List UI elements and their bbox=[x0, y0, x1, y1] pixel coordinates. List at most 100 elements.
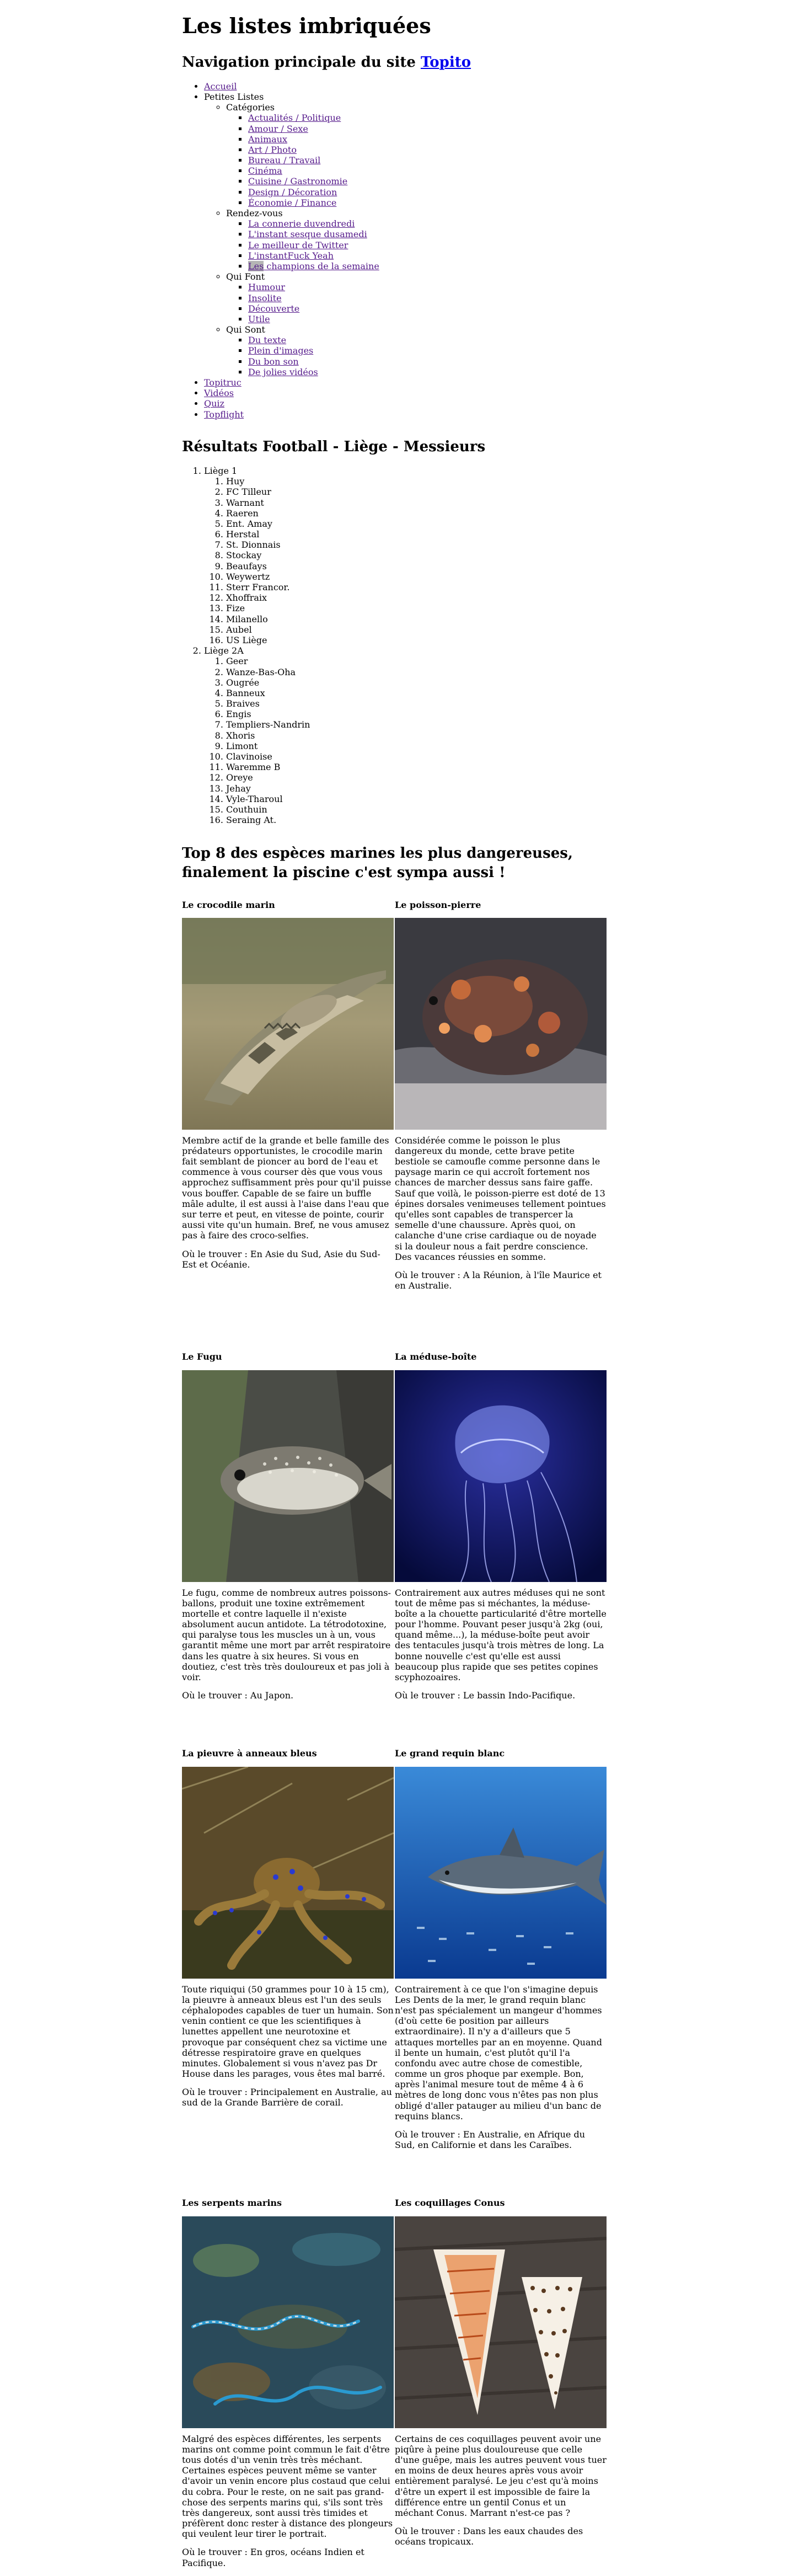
species-title: Le poisson-pierre bbox=[395, 899, 481, 910]
nav-group-label: Qui Font bbox=[226, 271, 265, 282]
nav-item: Topflight bbox=[204, 409, 612, 420]
nav-subitem: Du texte bbox=[248, 335, 612, 345]
nav-link[interactable]: Animaux bbox=[248, 134, 287, 145]
team-item: Vyle-Tharoul bbox=[226, 794, 612, 804]
nav-link[interactable]: Économie / Finance bbox=[248, 197, 336, 208]
nav-subitem: Utile bbox=[248, 314, 612, 324]
species-card: Le Fugu Le fugu, comme de nombreux autre… bbox=[182, 1351, 394, 1708]
nav-subitem: Les champions de la semaine bbox=[248, 260, 612, 271]
nav-link-highlighted[interactable]: Les champions de la semaine bbox=[248, 260, 379, 271]
team-item: Couthuin bbox=[226, 804, 612, 815]
qui-font-list: Humour Insolite Découverte Utile bbox=[226, 282, 612, 324]
nav-subitem: Le meilleur de Twitter bbox=[248, 240, 612, 250]
nav-link[interactable]: Découverte bbox=[248, 303, 299, 314]
team-item: Raeren bbox=[226, 508, 612, 519]
team-item: Geer bbox=[226, 656, 612, 666]
species-row: Les serpents marins Malgré des espèces d… bbox=[182, 2198, 612, 2575]
nav-label-petites-listes: Petites Listes bbox=[204, 91, 264, 102]
team-item: Weywertz bbox=[226, 571, 612, 582]
nav-link[interactable]: Insolite bbox=[248, 293, 282, 303]
nav-group-label: Rendez-vous bbox=[226, 208, 283, 219]
nav-subitem: Actualités / Politique bbox=[248, 113, 612, 123]
nav-subitem: L'instantFuck Yeah bbox=[248, 250, 612, 261]
results-heading: Résultats Football - Liège - Messieurs bbox=[182, 438, 486, 455]
species-row: Le crocodile marin Membre actif de la gr… bbox=[182, 900, 612, 1299]
nav-item: Accueil bbox=[204, 81, 612, 92]
nav-link[interactable]: Utile bbox=[248, 314, 270, 324]
nav-link[interactable]: Cuisine / Gastronomie bbox=[248, 176, 347, 186]
species-location: Où le trouver : Au Japon. bbox=[182, 1690, 294, 1701]
team-item: Waremme B bbox=[226, 762, 612, 772]
nav-group: Rendez-vous La connerie duvendredi L'ins… bbox=[226, 208, 612, 271]
species-description: Considérée comme le poisson le plus dang… bbox=[395, 1135, 606, 1262]
species-location: Où le trouver : En Asie du Sud, Asie du … bbox=[182, 1248, 380, 1270]
octopus-photo bbox=[182, 1766, 394, 1979]
nav-subitem: Amour / Sexe bbox=[248, 124, 612, 134]
page: Les listes imbriquées Navigation princip… bbox=[182, 0, 612, 2576]
nav-subitem: Humour bbox=[248, 282, 612, 292]
nav-link[interactable]: Art / Photo bbox=[248, 145, 297, 155]
nav-link[interactable]: L'instant sesque dusamedi bbox=[248, 229, 367, 239]
nav-link[interactable]: Bureau / Travail bbox=[248, 155, 320, 165]
species-card: Les serpents marins Malgré des espèces d… bbox=[182, 2198, 394, 2575]
species-title: Le crocodile marin bbox=[182, 899, 275, 910]
fugu-photo bbox=[182, 1370, 394, 1582]
nav-heading: Navigation principale du site Topito bbox=[182, 54, 612, 71]
nav-item: Petites Listes Catégories Actualités / P… bbox=[204, 92, 612, 377]
nav-link[interactable]: De jolies vidéos bbox=[248, 367, 318, 377]
nav-subitem: L'instant sesque dusamedi bbox=[248, 229, 612, 239]
species-card: La pieuvre à anneaux bleus Toute riquiqu… bbox=[182, 1748, 394, 2158]
nav-link[interactable]: La connerie duvendredi bbox=[248, 218, 355, 229]
nav-subitem: Cinéma bbox=[248, 165, 612, 176]
nav-link-topflight[interactable]: Topflight bbox=[204, 409, 244, 420]
species-title: Les coquillages Conus bbox=[395, 2198, 505, 2209]
row-spacer bbox=[182, 1298, 612, 1351]
nav-link[interactable]: L'instantFuck Yeah bbox=[248, 250, 334, 261]
species-description: Le fugu, comme de nombreux autres poisso… bbox=[182, 1587, 391, 1683]
nav-subitem: Cuisine / Gastronomie bbox=[248, 176, 612, 186]
team-item: Templiers-Nandrin bbox=[226, 719, 612, 730]
top8-section: Top 8 des espèces marines les plus dange… bbox=[182, 844, 612, 2576]
nav-subitem: Design / Décoration bbox=[248, 187, 612, 197]
nav-link-videos[interactable]: Vidéos bbox=[204, 388, 234, 398]
team-item: Clavinoise bbox=[226, 751, 612, 762]
nav-item: Topitruc bbox=[204, 377, 612, 388]
nav-link-quiz[interactable]: Quiz bbox=[204, 398, 224, 409]
team-item: Seraing At. bbox=[226, 815, 612, 825]
species-title: Le Fugu bbox=[182, 1351, 222, 1362]
team-item: Jehay bbox=[226, 783, 612, 794]
stonefish-photo bbox=[395, 917, 607, 1130]
site-link-topito[interactable]: Topito bbox=[421, 54, 471, 71]
nav-link-accueil[interactable]: Accueil bbox=[204, 81, 237, 92]
species-description: Contrairement à ce que l'on s'imagine de… bbox=[395, 1984, 602, 2121]
nav-link[interactable]: Du texte bbox=[248, 335, 286, 345]
species-location: Où le trouver : Le bassin Indo-Pacifique… bbox=[395, 1690, 576, 1701]
categories-list: Actualités / Politique Amour / Sexe Anim… bbox=[226, 113, 612, 208]
team-item: Banneux bbox=[226, 688, 612, 698]
team-item: Huy bbox=[226, 476, 612, 487]
nav-link[interactable]: Le meilleur de Twitter bbox=[248, 240, 348, 250]
nav-link[interactable]: Plein d'images bbox=[248, 345, 313, 356]
nav-link[interactable]: Humour bbox=[248, 282, 285, 292]
top8-heading: Top 8 des espèces marines les plus dange… bbox=[182, 845, 573, 881]
nav-link[interactable]: Amour / Sexe bbox=[248, 124, 308, 134]
species-title: La méduse-boîte bbox=[395, 1351, 477, 1362]
team-item: Xhoris bbox=[226, 730, 612, 741]
nav-subitem: La connerie duvendredi bbox=[248, 218, 612, 229]
division-item: Liège 1 Huy FC Tilleur Warnant Raeren En… bbox=[204, 466, 612, 645]
team-item: Fize bbox=[226, 603, 612, 613]
nav-link[interactable]: Du bon son bbox=[248, 356, 299, 367]
nav-subitem: Du bon son bbox=[248, 356, 612, 367]
nav-link[interactable]: Actualités / Politique bbox=[248, 113, 341, 123]
nav-subitem: Découverte bbox=[248, 303, 612, 314]
nav-subitem: Insolite bbox=[248, 293, 612, 303]
species-card: La méduse-boîte Contrairement aux autres… bbox=[395, 1351, 607, 1708]
petites-listes-list: Catégories Actualités / Politique Amour … bbox=[204, 102, 612, 377]
page-title: Les listes imbriquées bbox=[182, 13, 431, 38]
team-item: Sterr Francor. bbox=[226, 582, 612, 592]
nav-link-topitruc[interactable]: Topitruc bbox=[204, 377, 242, 388]
rendez-vous-list: La connerie duvendredi L'instant sesque … bbox=[226, 218, 612, 271]
nav-link[interactable]: Cinéma bbox=[248, 165, 282, 176]
seasnakes-photo bbox=[182, 2216, 394, 2428]
nav-link[interactable]: Design / Décoration bbox=[248, 187, 337, 197]
